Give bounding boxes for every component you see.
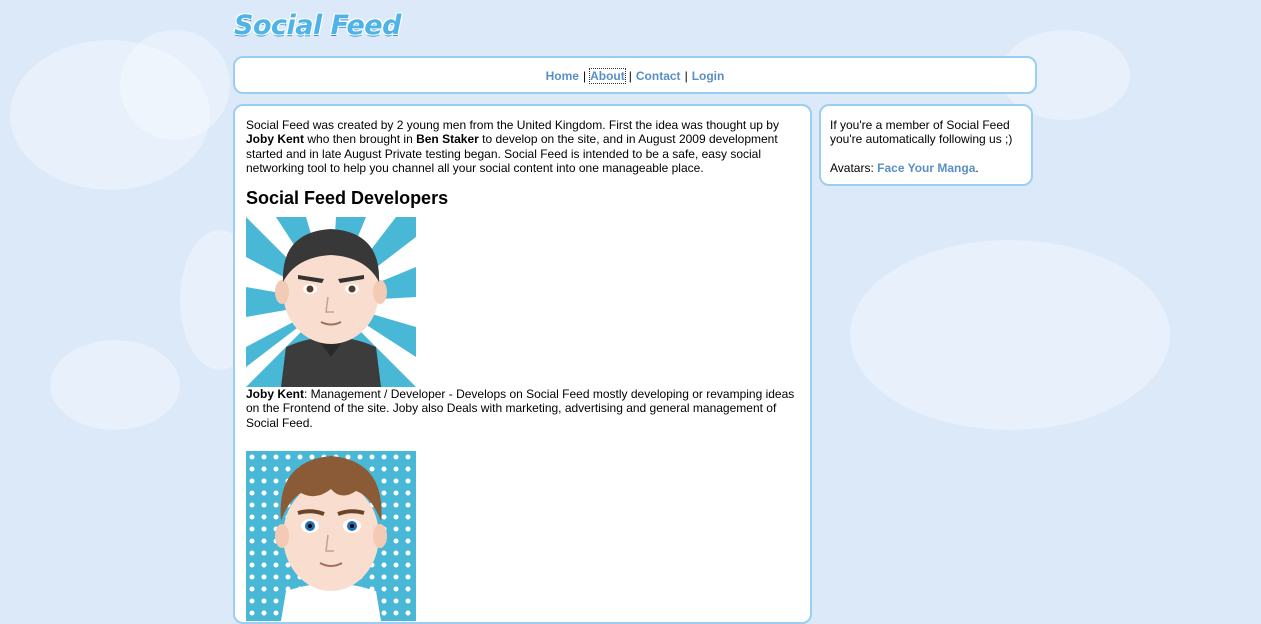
intro-text: Social Feed was created by 2 young men f… (246, 118, 779, 132)
avatars-credit: Avatars: Face Your Manga. (830, 161, 1022, 175)
developer-name: Joby Kent (246, 387, 305, 402)
nav-separator: | (628, 69, 632, 83)
nav-separator: | (684, 69, 688, 83)
site-logo[interactable]: Social Feed (234, 10, 401, 41)
nav-contact-link[interactable]: Contact (636, 69, 681, 83)
intro-text: who then brought in (304, 132, 417, 147)
avatars-label: Avatars: (830, 160, 878, 175)
nav-about-link[interactable]: About (589, 68, 626, 84)
nav-home-link[interactable]: Home (546, 69, 579, 83)
developers-heading: Social Feed Developers (246, 187, 449, 208)
follow-notice: If you're a member of Social Feed you're… (830, 118, 1013, 147)
avatars-suffix: . (975, 160, 979, 175)
developer-role: : Management / Developer - Develops on S… (246, 387, 795, 430)
developer-avatar (246, 217, 416, 388)
sidebar-info: If you're a member of Social Feed you're… (819, 104, 1033, 186)
face-your-manga-link[interactable]: Face Your Manga (877, 161, 975, 175)
developer-avatar (246, 451, 416, 622)
developer-name: Ben Staker (416, 132, 479, 147)
nav-bar: Home | About | Contact | Login (233, 56, 1037, 94)
about-content: Social Feed was created by 2 young men f… (233, 104, 812, 624)
nav-separator: | (582, 69, 587, 83)
founder-name: Joby Kent (246, 132, 305, 147)
intro-paragraph: Social Feed was created by 2 young men f… (246, 118, 799, 176)
nav-login-link[interactable]: Login (692, 69, 725, 83)
developer-description: Joby Kent: Management / Developer - Deve… (246, 387, 799, 430)
